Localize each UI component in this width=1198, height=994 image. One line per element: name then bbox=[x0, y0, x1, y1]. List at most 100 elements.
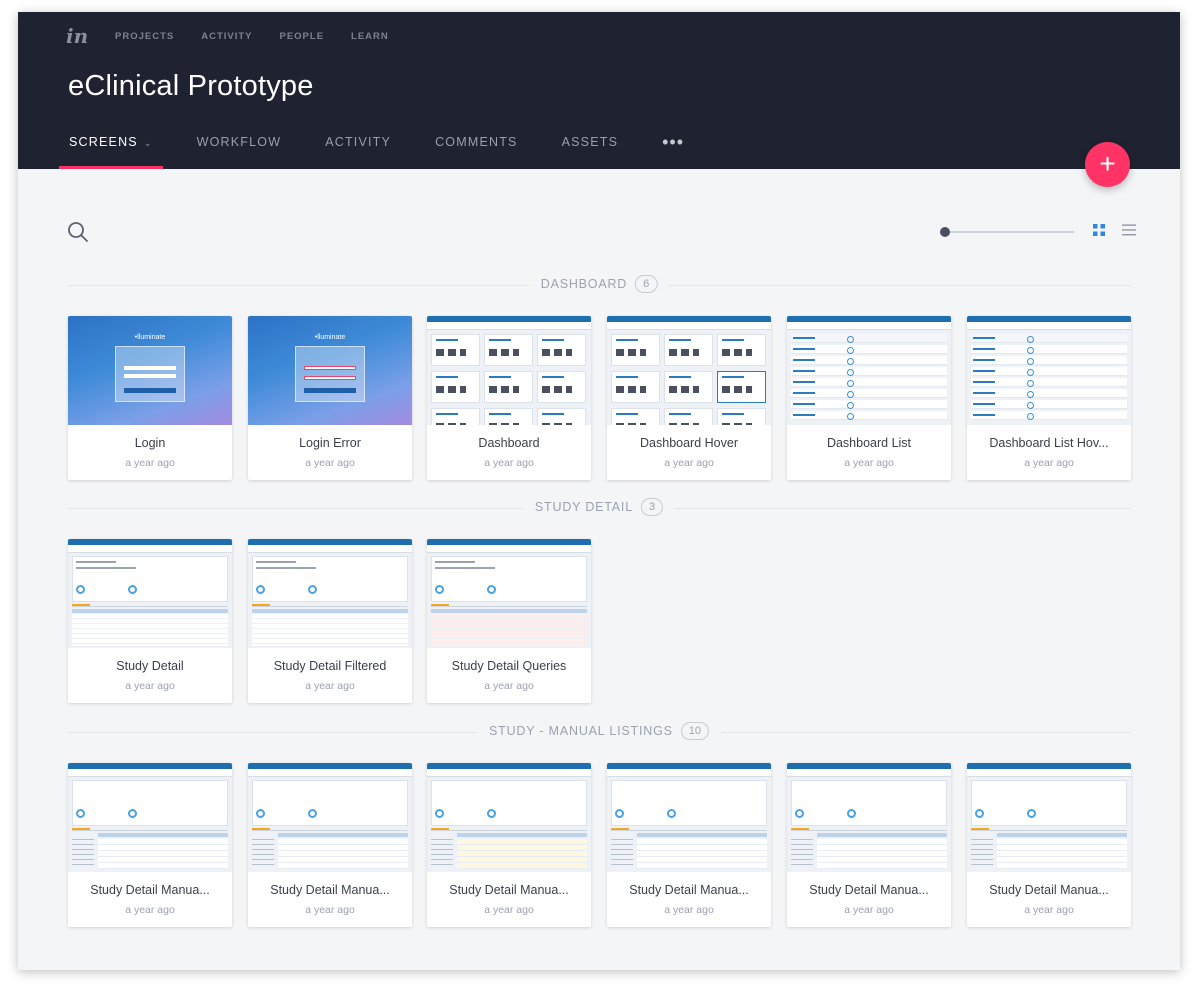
screen-thumbnail[interactable] bbox=[607, 763, 771, 872]
top-navigation: PROJECTS ACTIVITY PEOPLE LEARN bbox=[115, 31, 389, 42]
tab-assets[interactable]: ASSETS bbox=[552, 135, 629, 169]
section-name[interactable]: DASHBOARD bbox=[541, 277, 627, 291]
screen-title[interactable]: Study Detail Manua... bbox=[248, 883, 412, 897]
screen-card-dashboard[interactable]: Dashboard a year ago bbox=[427, 316, 591, 480]
screen-title[interactable]: Dashboard Hover bbox=[607, 436, 771, 450]
tab-workflow[interactable]: WORKFLOW bbox=[187, 135, 292, 169]
thumbnail-row bbox=[791, 389, 947, 398]
screen-thumbnail[interactable] bbox=[68, 763, 232, 872]
screen-title[interactable]: Dashboard List bbox=[787, 436, 951, 450]
topnav-learn[interactable]: LEARN bbox=[351, 31, 389, 42]
thumbnail-text bbox=[76, 561, 116, 563]
invision-logo[interactable]: in bbox=[66, 24, 88, 48]
section-dashboard: DASHBOARD 6 bbox=[68, 275, 1130, 295]
thumbnail-table-header bbox=[457, 833, 587, 837]
thumbnail-tile-hover bbox=[717, 371, 766, 403]
section-study-detail: STUDY DETAIL 3 bbox=[68, 498, 1130, 518]
list-view-icon[interactable] bbox=[1122, 224, 1136, 236]
thumbnail-tile bbox=[431, 408, 480, 425]
screen-title[interactable]: Dashboard List Hov... bbox=[967, 436, 1131, 450]
thumbnail-listing bbox=[98, 839, 228, 869]
screen-card-dashboard-list[interactable]: Dashboard List a year ago bbox=[787, 316, 951, 480]
screen-thumbnail[interactable]: •lluminate bbox=[248, 316, 412, 425]
screen-thumbnail[interactable] bbox=[607, 316, 771, 425]
screen-title[interactable]: Study Detail Manua... bbox=[967, 883, 1131, 897]
add-screen-button[interactable]: + bbox=[1085, 142, 1130, 187]
thumbnail-row bbox=[971, 345, 1127, 354]
screen-card-study-detail[interactable]: Study Detail a year ago bbox=[68, 539, 232, 703]
screen-thumbnail[interactable] bbox=[248, 763, 412, 872]
thumbnail-table-header bbox=[637, 833, 767, 837]
topnav-activity[interactable]: ACTIVITY bbox=[201, 31, 252, 42]
screen-thumbnail[interactable] bbox=[787, 763, 951, 872]
thumbnail-chart bbox=[128, 585, 137, 594]
screen-date: a year ago bbox=[125, 680, 175, 692]
screen-thumbnail[interactable] bbox=[427, 539, 591, 648]
screen-thumbnail[interactable] bbox=[967, 316, 1131, 425]
screen-thumbnail[interactable] bbox=[427, 763, 591, 872]
screen-card-dashboard-hover[interactable]: Dashboard Hover a year ago bbox=[607, 316, 771, 480]
thumbnail-table-header bbox=[817, 833, 947, 837]
thumbnail-sidebar bbox=[791, 835, 813, 869]
screen-card-login-error[interactable]: •lluminate Login Error a year ago bbox=[248, 316, 412, 480]
screen-thumbnail[interactable] bbox=[427, 316, 591, 425]
thumbnail-listing bbox=[457, 839, 587, 869]
chevron-down-icon: ⌄ bbox=[143, 138, 153, 148]
screen-card-study-detail-filtered[interactable]: Study Detail Filtered a year ago bbox=[248, 539, 412, 703]
section-name[interactable]: STUDY - MANUAL LISTINGS bbox=[489, 724, 673, 738]
thumbnail-listing bbox=[278, 839, 408, 869]
section-count-badge: 6 bbox=[635, 275, 658, 293]
screen-thumbnail[interactable] bbox=[967, 763, 1131, 872]
topnav-projects[interactable]: PROJECTS bbox=[115, 31, 174, 42]
project-header: in PROJECTS ACTIVITY PEOPLE LEARN eClini… bbox=[18, 12, 1180, 169]
screen-title[interactable]: Study Detail Manua... bbox=[68, 883, 232, 897]
thumbnail-tabs bbox=[971, 828, 1127, 831]
screen-title[interactable]: Login Error bbox=[248, 436, 412, 450]
search-icon[interactable] bbox=[66, 220, 90, 244]
tab-comments[interactable]: COMMENTS bbox=[425, 135, 528, 169]
thumbnail-row bbox=[791, 334, 947, 343]
thumbnail-logo: •lluminate bbox=[134, 334, 166, 341]
screen-thumbnail[interactable] bbox=[787, 316, 951, 425]
tab-workflow-label: WORKFLOW bbox=[196, 135, 282, 149]
screen-card-study-detail-queries[interactable]: Study Detail Queries a year ago bbox=[427, 539, 591, 703]
screen-title[interactable]: Study Detail Queries bbox=[427, 659, 591, 673]
zoom-slider[interactable] bbox=[940, 227, 1074, 237]
screen-card-manual-listing[interactable]: Study Detail Manua... a year ago bbox=[967, 763, 1131, 927]
thumbnail-tabs bbox=[431, 828, 587, 831]
screen-title[interactable]: Login bbox=[68, 436, 232, 450]
thumbnail-row bbox=[791, 345, 947, 354]
thumbnail-text bbox=[256, 561, 296, 563]
section-study-manual-listings: STUDY - MANUAL LISTINGS 10 bbox=[68, 722, 1130, 742]
screen-card-manual-listing[interactable]: Study Detail Manua... a year ago bbox=[607, 763, 771, 927]
screen-card-manual-listing[interactable]: Study Detail Manua... a year ago bbox=[68, 763, 232, 927]
tab-more[interactable]: ••• bbox=[652, 133, 694, 169]
thumbnail-panel bbox=[72, 780, 228, 826]
screen-card-manual-listing[interactable]: Study Detail Manua... a year ago bbox=[787, 763, 951, 927]
screen-title[interactable]: Study Detail bbox=[68, 659, 232, 673]
section-name[interactable]: STUDY DETAIL bbox=[535, 500, 633, 514]
tab-screens[interactable]: SCREENS ⌄ bbox=[59, 135, 163, 169]
screen-thumbnail[interactable] bbox=[68, 539, 232, 648]
screen-title[interactable]: Study Detail Manua... bbox=[427, 883, 591, 897]
screen-card-login[interactable]: •lluminate Login a year ago bbox=[68, 316, 232, 480]
tab-activity-label: ACTIVITY bbox=[325, 135, 392, 149]
screen-title[interactable]: Dashboard bbox=[427, 436, 591, 450]
thumbnail-panel bbox=[611, 780, 767, 826]
zoom-slider-handle[interactable] bbox=[940, 227, 950, 237]
thumbnail-tile bbox=[611, 408, 660, 425]
screen-title[interactable]: Study Detail Manua... bbox=[787, 883, 951, 897]
screen-card-manual-listing[interactable]: Study Detail Manua... a year ago bbox=[248, 763, 412, 927]
screen-card-dashboard-list-hover[interactable]: Dashboard List Hov... a year ago bbox=[967, 316, 1131, 480]
screen-title[interactable]: Study Detail Filtered bbox=[248, 659, 412, 673]
thumbnail-chart bbox=[975, 809, 984, 818]
screen-card-manual-listing[interactable]: Study Detail Manua... a year ago bbox=[427, 763, 591, 927]
screen-thumbnail[interactable] bbox=[248, 539, 412, 648]
grid-view-icon[interactable] bbox=[1093, 224, 1105, 236]
thumbnail-table-header bbox=[431, 609, 587, 613]
screen-thumbnail[interactable]: •lluminate bbox=[68, 316, 232, 425]
screen-title[interactable]: Study Detail Manua... bbox=[607, 883, 771, 897]
thumbnail-subbar bbox=[427, 322, 591, 330]
topnav-people[interactable]: PEOPLE bbox=[280, 31, 325, 42]
tab-activity[interactable]: ACTIVITY bbox=[315, 135, 401, 169]
